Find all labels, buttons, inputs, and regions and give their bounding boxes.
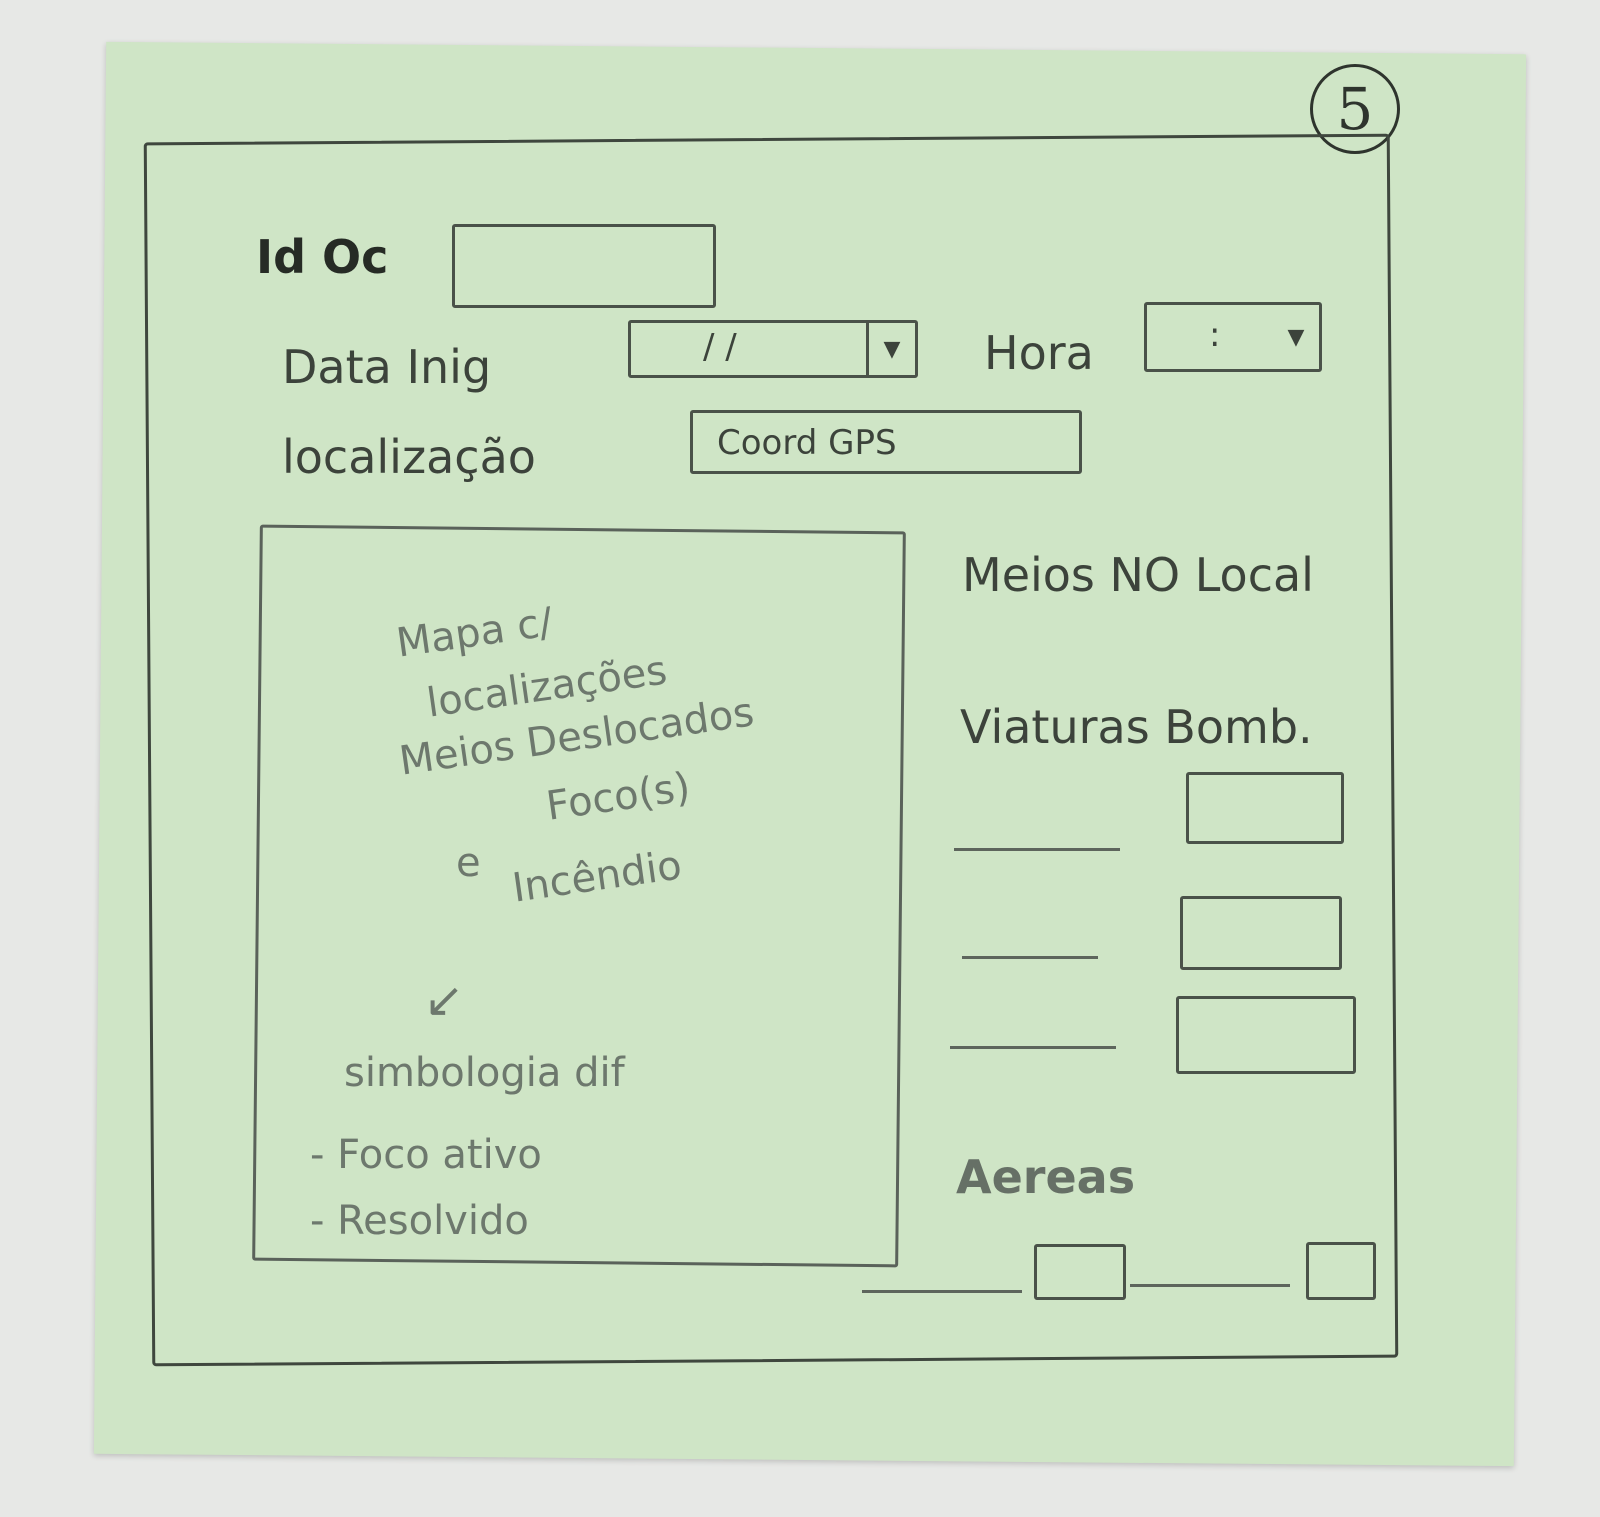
time-label: Hora (984, 326, 1094, 380)
id-label: Id Oc (256, 230, 389, 284)
vehicle-count-input-1[interactable] (1186, 772, 1344, 844)
legend-item-resolved: - Resolvido (310, 1198, 529, 1244)
vehicle-count-input-3[interactable] (1176, 996, 1356, 1074)
aerial-name-line-2 (1130, 1284, 1290, 1287)
vehicle-name-line-3 (950, 1046, 1116, 1049)
vehicles-label: Viaturas Bomb. (960, 700, 1313, 754)
location-value: Coord GPS (717, 423, 897, 463)
time-dropdown-arrow-icon[interactable]: ▼ (1273, 305, 1319, 369)
location-input[interactable]: Coord GPS (690, 410, 1082, 474)
date-value: / / (703, 327, 737, 367)
vehicle-count-input-2[interactable] (1180, 896, 1342, 970)
aerial-label: Aereas (956, 1150, 1136, 1204)
vehicle-name-line-2 (962, 956, 1098, 959)
aerial-name-line-1 (862, 1290, 1022, 1293)
aerial-count-input-1[interactable] (1034, 1244, 1126, 1300)
location-label: localização (282, 430, 536, 484)
resources-title: Meios NO Local (962, 548, 1314, 602)
time-value: : (1209, 315, 1221, 355)
map-text-line-5: e (456, 840, 481, 886)
date-dropdown-arrow-icon[interactable]: ▼ (866, 323, 915, 375)
date-dropdown[interactable]: / / ▼ (628, 320, 918, 378)
legend-item-active: - Foco ativo (310, 1132, 542, 1178)
aerial-count-input-2[interactable] (1306, 1242, 1376, 1300)
vehicle-name-line-1 (954, 848, 1120, 851)
arrow-down-icon: ↙ (424, 972, 465, 1028)
date-label: Data Inig (282, 340, 492, 394)
legend-title: simbologia dif (344, 1050, 625, 1096)
time-dropdown[interactable]: : ▼ (1144, 302, 1322, 372)
id-input[interactable] (452, 224, 716, 308)
